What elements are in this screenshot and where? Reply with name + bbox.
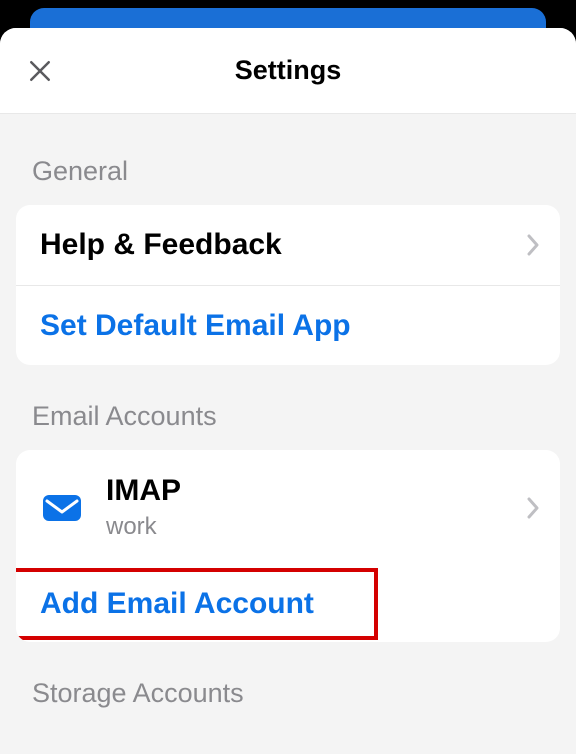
group-general: Help & Feedback Set Default Email App [16,205,560,365]
row-label-default-app: Set Default Email App [40,309,540,343]
row-label-add-email: Add Email Account [40,587,540,621]
settings-header: Settings [0,28,576,114]
section-header-general: General [0,114,576,205]
page-title: Settings [235,55,342,86]
settings-content: General Help & Feedback Set Default Emai… [0,114,576,709]
settings-sheet: Settings General Help & Feedback Set Def… [0,28,576,754]
account-subtitle: work [106,511,526,542]
background-peek-bar [30,8,546,28]
account-title: IMAP [106,473,526,509]
close-icon [25,56,55,86]
account-text: IMAP work [106,473,526,542]
close-button[interactable] [22,53,58,89]
group-email-accounts: IMAP work Add Email Account [16,450,560,642]
row-set-default-email-app[interactable]: Set Default Email App [16,285,560,365]
background-peek [0,0,576,28]
section-header-email-accounts: Email Accounts [0,365,576,450]
row-add-email-account[interactable]: Add Email Account [16,566,560,642]
chevron-right-icon [526,233,540,257]
row-label-help: Help & Feedback [40,228,526,262]
row-help-feedback[interactable]: Help & Feedback [16,205,560,285]
section-header-storage-accounts: Storage Accounts [0,642,576,709]
chevron-right-icon [526,496,540,520]
row-email-account[interactable]: IMAP work [16,450,560,566]
mail-icon [40,486,84,530]
